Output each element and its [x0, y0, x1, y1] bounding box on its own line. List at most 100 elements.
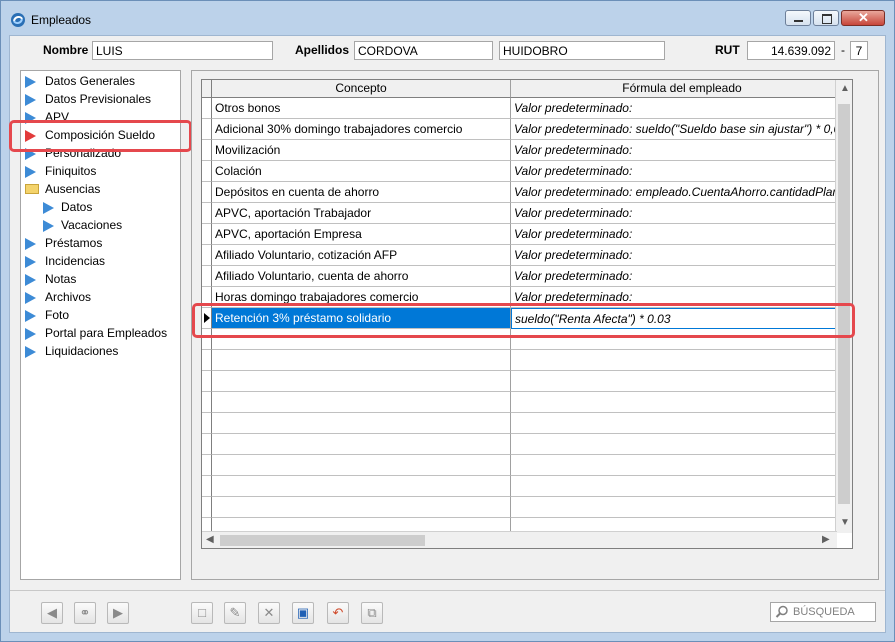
column-header-concepto[interactable]: Concepto	[212, 80, 511, 98]
apellido-paterno-field[interactable]: CORDOVA	[354, 41, 493, 60]
row-header[interactable]	[202, 98, 212, 119]
sidebar-item-foto[interactable]: Foto	[23, 306, 69, 324]
sidebar-item-archivos[interactable]: Archivos	[23, 288, 91, 306]
delete-button[interactable]: ✕	[258, 602, 280, 624]
cell-formula[interactable]: Valor predeterminado:	[511, 161, 837, 182]
table-row-empty[interactable]	[202, 350, 852, 371]
row-header[interactable]	[202, 245, 212, 266]
sidebar-item-datos[interactable]: Datos	[43, 198, 92, 216]
row-header[interactable]	[202, 476, 212, 497]
cell-empty[interactable]	[212, 371, 511, 392]
cell-empty[interactable]	[511, 350, 837, 371]
cell-concepto[interactable]: Otros bonos	[212, 98, 511, 119]
column-header-formula[interactable]: Fórmula del empleado	[511, 80, 852, 98]
table-row-empty[interactable]	[202, 455, 852, 476]
row-header[interactable]	[202, 350, 212, 371]
sidebar-item-prestamos[interactable]: Préstamos	[23, 234, 102, 252]
horizontal-scrollbar[interactable]: ◀ ▶	[202, 531, 837, 548]
cell-empty[interactable]	[511, 413, 837, 434]
row-header[interactable]	[202, 455, 212, 476]
table-row-empty[interactable]	[202, 413, 852, 434]
cell-empty[interactable]	[212, 476, 511, 497]
row-header[interactable]	[202, 434, 212, 455]
cell-empty[interactable]	[511, 371, 837, 392]
nombre-field[interactable]: LUIS	[92, 41, 273, 60]
minimize-button[interactable]	[785, 10, 811, 26]
cell-empty[interactable]	[212, 497, 511, 518]
cell-empty[interactable]	[212, 350, 511, 371]
cell-concepto[interactable]: Adicional 30% domingo trabajadores comer…	[212, 119, 511, 140]
table-row-empty[interactable]	[202, 497, 852, 518]
sidebar-item-liquidaciones[interactable]: Liquidaciones	[23, 342, 118, 360]
cell-empty[interactable]	[511, 476, 837, 497]
rut-dv-field[interactable]: 7	[850, 41, 868, 60]
row-header[interactable]	[202, 119, 212, 140]
table-row[interactable]: APVC, aportación Trabajador Valor predete…	[202, 203, 852, 224]
table-row[interactable]: Depósitos en cuenta de ahorro Valor prede…	[202, 182, 852, 203]
table-row-empty[interactable]	[202, 476, 852, 497]
cell-empty[interactable]	[212, 413, 511, 434]
table-row[interactable]: Adicional 30% domingo trabajadores comer…	[202, 119, 852, 140]
save-button[interactable]: ▣	[292, 602, 314, 624]
table-row[interactable]: Afiliado Voluntario, cotización AFP Valor…	[202, 245, 852, 266]
table-row[interactable]: Colación Valor predeterminado:	[202, 161, 852, 182]
cell-formula[interactable]: Valor predeterminado: empleado.CuentaAho…	[511, 182, 837, 203]
cell-formula[interactable]: Valor predeterminado:	[511, 224, 837, 245]
scroll-up-icon[interactable]: ▲	[840, 83, 850, 94]
cell-concepto[interactable]: Colación	[212, 161, 511, 182]
cell-concepto[interactable]: Depósitos en cuenta de ahorro	[212, 182, 511, 203]
title-bar[interactable]: Empleados ✕	[1, 1, 894, 35]
cell-empty[interactable]	[511, 392, 837, 413]
sidebar-item-vacaciones[interactable]: Vacaciones	[43, 216, 122, 234]
find-button[interactable]: ⚭	[74, 602, 96, 624]
table-row-empty[interactable]	[202, 371, 852, 392]
cell-empty[interactable]	[511, 434, 837, 455]
apellido-materno-field[interactable]: HUIDOBRO	[499, 41, 665, 60]
cell-empty[interactable]	[511, 455, 837, 476]
sidebar-item-incidencias[interactable]: Incidencias	[23, 252, 105, 270]
sidebar-item-datos-previsionales[interactable]: Datos Previsionales	[23, 90, 151, 108]
cell-formula[interactable]: Valor predeterminado:	[511, 203, 837, 224]
row-header[interactable]	[202, 413, 212, 434]
cell-empty[interactable]	[511, 497, 837, 518]
sidebar-item-portal-empleados[interactable]: Portal para Empleados	[23, 324, 167, 342]
close-button[interactable]: ✕	[841, 10, 885, 26]
table-row-empty[interactable]	[202, 434, 852, 455]
sidebar-item-ausencias[interactable]: Ausencias	[23, 180, 100, 198]
table-row[interactable]: APVC, aportación Empresa Valor predetermi…	[202, 224, 852, 245]
table-row-empty[interactable]	[202, 392, 852, 413]
next-button[interactable]: ▶	[107, 602, 129, 624]
cell-concepto[interactable]: Movilización	[212, 140, 511, 161]
horizontal-scroll-thumb[interactable]	[220, 535, 425, 546]
sidebar-item-datos-generales[interactable]: Datos Generales	[23, 72, 135, 90]
cell-empty[interactable]	[212, 434, 511, 455]
row-header[interactable]	[202, 371, 212, 392]
cell-formula[interactable]: Valor predeterminado:	[511, 140, 837, 161]
sidebar-item-finiquitos[interactable]: Finiquitos	[23, 162, 96, 180]
row-header[interactable]	[202, 182, 212, 203]
row-header[interactable]	[202, 161, 212, 182]
cell-concepto[interactable]: APVC, aportación Empresa	[212, 224, 511, 245]
row-header[interactable]	[202, 266, 212, 287]
table-row[interactable]: Afiliado Voluntario, cuenta de ahorro Val…	[202, 266, 852, 287]
cell-formula[interactable]: Valor predeterminado:	[511, 98, 837, 119]
cell-empty[interactable]	[212, 392, 511, 413]
sidebar-item-notas[interactable]: Notas	[23, 270, 76, 288]
row-header[interactable]	[202, 203, 212, 224]
table-row[interactable]: Otros bonos Valor predeterminado:	[202, 98, 852, 119]
cell-formula[interactable]: Valor predeterminado: sueldo("Sueldo bas…	[511, 119, 837, 140]
cell-concepto[interactable]: Afiliado Voluntario, cotización AFP	[212, 245, 511, 266]
scroll-down-icon[interactable]: ▼	[840, 517, 850, 528]
copy-button[interactable]: ⧉	[361, 602, 383, 624]
new-button[interactable]: □	[191, 602, 213, 624]
rut-field[interactable]: 14.639.092	[747, 41, 835, 60]
table-row[interactable]: Movilización Valor predeterminado:	[202, 140, 852, 161]
cell-formula[interactable]: Valor predeterminado:	[511, 245, 837, 266]
row-header[interactable]	[202, 497, 212, 518]
edit-button[interactable]: ✎	[224, 602, 246, 624]
cell-concepto[interactable]: Afiliado Voluntario, cuenta de ahorro	[212, 266, 511, 287]
restore-button[interactable]	[813, 10, 839, 26]
row-header[interactable]	[202, 224, 212, 245]
row-header[interactable]	[202, 392, 212, 413]
previous-button[interactable]: ◀	[41, 602, 63, 624]
